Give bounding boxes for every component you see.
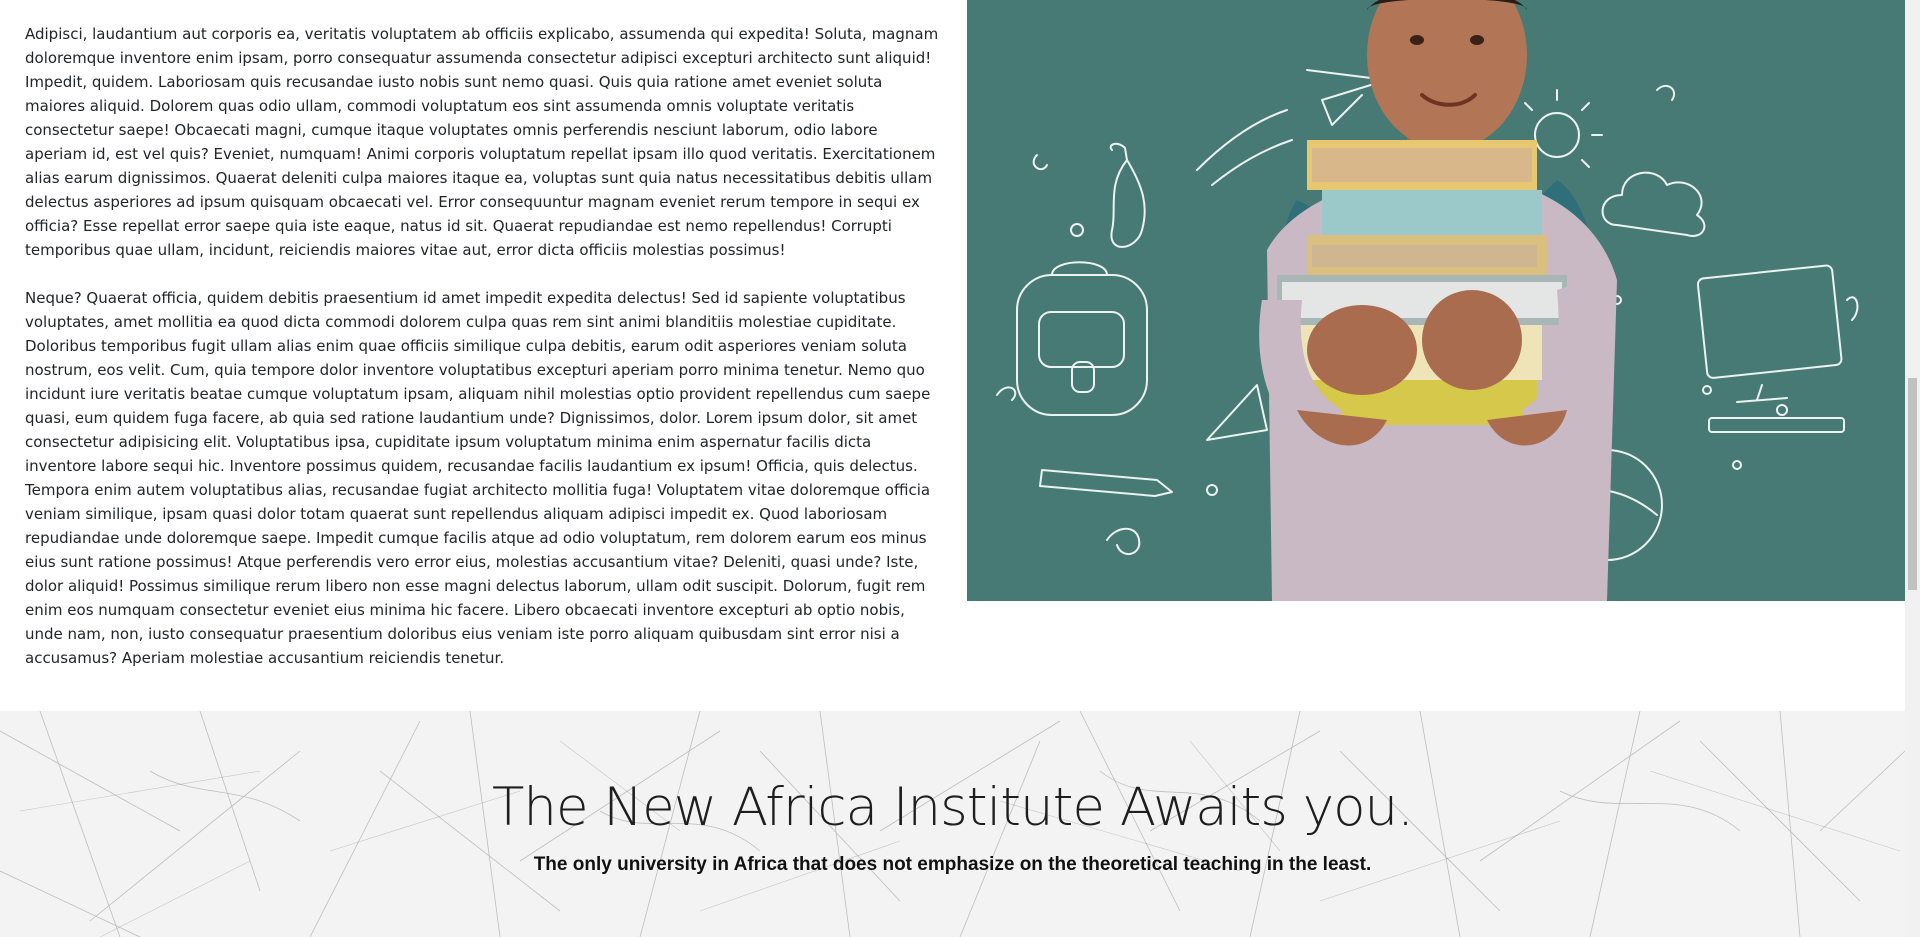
- cta-title: The New Africa Institute Awaits you.: [492, 777, 1414, 838]
- scrollbar-thumb[interactable]: [1908, 378, 1917, 590]
- cta-banner: The New Africa Institute Awaits you. The…: [0, 711, 1905, 937]
- page: Adipisci, laudantium aut corporis ea, ve…: [0, 0, 1905, 937]
- article-paragraph-1: Adipisci, laudantium aut corporis ea, ve…: [25, 25, 939, 259]
- hero-image: [967, 0, 1905, 601]
- article-body: Adipisci, laudantium aut corporis ea, ve…: [25, 22, 940, 694]
- article-paragraph-2: Neque? Quaerat officia, quidem debitis p…: [25, 289, 931, 667]
- vertical-scrollbar[interactable]: [1905, 0, 1920, 937]
- student-books-illustration: [967, 0, 1905, 601]
- cta-subtitle: The only university in Africa that does …: [533, 854, 1372, 875]
